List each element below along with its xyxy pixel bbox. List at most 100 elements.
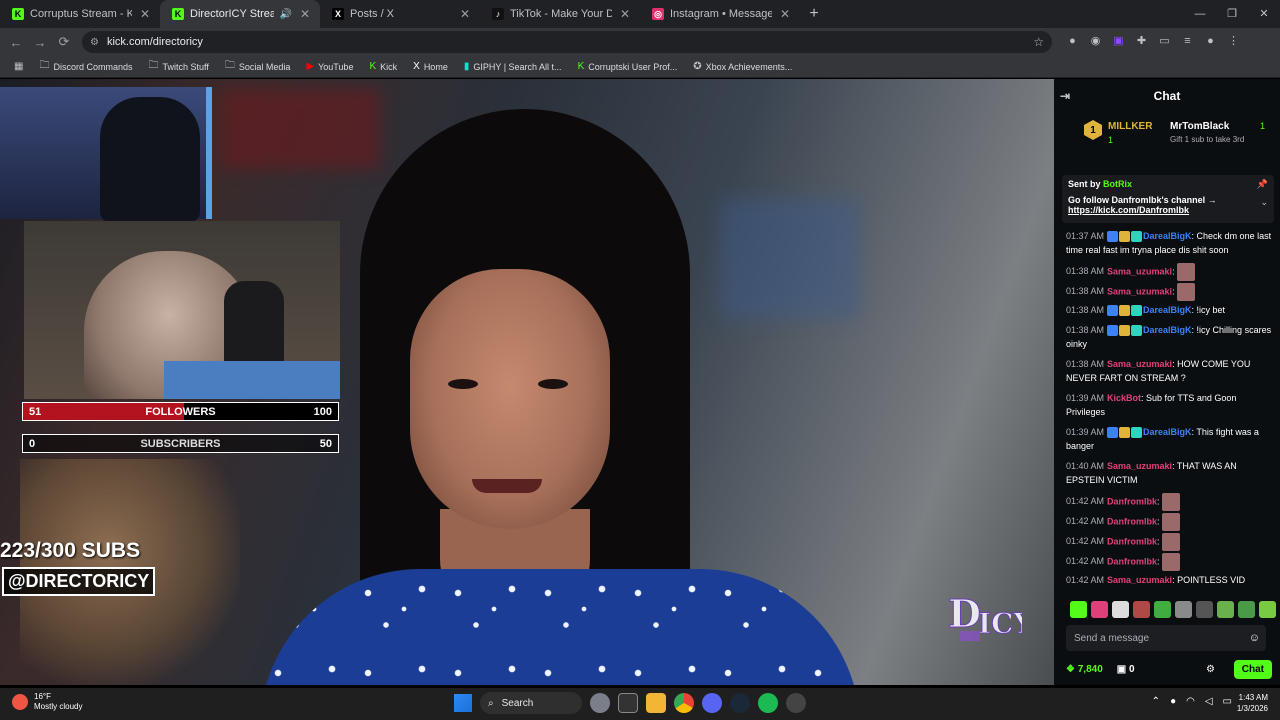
omnibox[interactable]: ⚙ kick.com/directoricy ☆ <box>82 31 1052 53</box>
emote-icon[interactable] <box>1175 601 1192 618</box>
pinned-link[interactable]: https://kick.com/Danfromlbk <box>1068 205 1268 215</box>
message-username[interactable]: Danfromlbk <box>1107 556 1157 566</box>
steam-icon[interactable] <box>730 693 750 713</box>
chat-message[interactable]: 01:42 AM Sama_uzumaki: POINTLESS VID <box>1066 573 1272 587</box>
bookmark-item[interactable]: K Kick <box>363 58 403 75</box>
emote-icon[interactable] <box>1196 601 1213 618</box>
maximize-icon[interactable]: ❐ <box>1216 0 1248 28</box>
obs-icon[interactable] <box>786 693 806 713</box>
cast-icon[interactable]: ▭ <box>1156 32 1173 49</box>
emote-icon[interactable] <box>1217 601 1234 618</box>
chat-message[interactable]: 01:42 AM Danfromlbk: <box>1066 533 1272 551</box>
puzzle-icon[interactable]: ✚ <box>1133 32 1150 49</box>
pinned-message[interactable]: 📌 Sent by BotRix Go follow Danfromlbk's … <box>1062 175 1274 223</box>
browser-tab[interactable]: ♪ TikTok - Make Your Day ✕ <box>480 0 640 28</box>
message-username[interactable]: Danfromlbk <box>1107 516 1157 526</box>
menu-kebab-icon[interactable]: ⋮ <box>1225 32 1242 49</box>
chat-message[interactable]: 01:42 AM Danfromlbk: <box>1066 513 1272 531</box>
taskbar-search[interactable]: ⌕ Search <box>480 692 582 714</box>
close-tab-icon[interactable]: ✕ <box>778 7 792 21</box>
message-username[interactable]: Sama_uzumaki <box>1107 575 1172 585</box>
message-username[interactable]: DarealBigK <box>1143 427 1192 437</box>
twitch-extension-icon[interactable]: ▣ <box>1110 32 1127 49</box>
chat-message[interactable]: 01:38 AM Sama_uzumaki: <box>1066 263 1272 281</box>
bookmark-item[interactable]: K Corruptski User Prof... <box>572 58 684 75</box>
close-tab-icon[interactable]: ✕ <box>138 7 152 21</box>
chat-message[interactable]: 01:37 AM DarealBigK: Check dm one last ti… <box>1066 229 1272 257</box>
message-username[interactable]: DarealBigK <box>1143 325 1192 335</box>
minimize-icon[interactable]: — <box>1184 0 1216 28</box>
emote-icon[interactable] <box>1112 601 1129 618</box>
taskbar-clock[interactable]: 1:43 AM 1/3/2026 <box>1237 692 1268 714</box>
send-chat-button[interactable]: Chat <box>1233 659 1272 679</box>
pin-icon[interactable]: 📌 <box>1257 179 1268 190</box>
spotify-icon[interactable] <box>758 693 778 713</box>
message-username[interactable]: KickBot <box>1107 393 1141 403</box>
new-tab-button[interactable]: + <box>800 5 828 23</box>
bookmark-item[interactable]: ▶ YouTube <box>300 58 359 75</box>
emote-icon[interactable] <box>1070 601 1087 618</box>
task-view-icon[interactable] <box>618 693 638 713</box>
apps-icon[interactable]: ▦ <box>8 61 29 72</box>
browser-tab[interactable]: X Posts / X ✕ <box>320 0 480 28</box>
chevron-down-icon[interactable]: ⌄ <box>1260 197 1268 208</box>
battery-icon[interactable]: ▭ <box>1223 696 1232 707</box>
chat-settings-icon[interactable]: ⚙ <box>1206 664 1215 675</box>
chat-message[interactable]: 01:39 AM KickBot: Sub for TTS and Goon Pr… <box>1066 391 1272 419</box>
chat-message[interactable]: 01:42 AM Danfromlbk: <box>1066 493 1272 511</box>
microphone-icon[interactable]: ● <box>1170 696 1176 707</box>
message-username[interactable]: Danfromlbk <box>1107 536 1157 546</box>
emote-icon[interactable] <box>1154 601 1171 618</box>
bookmark-item[interactable]: X Home <box>407 58 454 75</box>
gift-leaderboard[interactable]: 1 MILLKER 1 MrTomBlack 1 Gift 1 sub to t… <box>1084 117 1280 149</box>
close-tab-icon[interactable]: ✕ <box>458 7 472 21</box>
bookmark-item[interactable]: ✪ Xbox Achievements... <box>687 58 798 75</box>
tab-audio-icon[interactable]: 🔊 <box>280 9 292 20</box>
collapse-chat-icon[interactable]: ⇥ <box>1060 89 1070 103</box>
browser-tab[interactable]: K Corruptus Stream - Kick Dashb ✕ <box>0 0 160 28</box>
weather-widget[interactable]: 16°F Mostly cloudy <box>12 692 82 712</box>
gift-count[interactable]: ▣ 0 <box>1117 664 1135 675</box>
extension-icon[interactable]: ● <box>1064 32 1081 49</box>
windows-start-icon[interactable] <box>454 694 472 712</box>
browser-tab[interactable]: K DirectorICY Stream - Watc 🔊 ✕ <box>160 0 320 28</box>
file-explorer-icon[interactable] <box>646 693 666 713</box>
close-window-icon[interactable]: ✕ <box>1248 0 1280 28</box>
close-tab-icon[interactable]: ✕ <box>618 7 632 21</box>
message-username[interactable]: Sama_uzumaki <box>1107 461 1172 471</box>
bookmark-item[interactable]: 🗀 Discord Commands <box>33 58 138 75</box>
message-username[interactable]: DarealBigK <box>1143 231 1192 241</box>
emote-icon[interactable] <box>1133 601 1150 618</box>
chat-message[interactable]: 01:39 AM DarealBigK: This fight was a ban… <box>1066 425 1272 453</box>
chat-message[interactable]: 01:38 AM Sama_uzumaki: HOW COME YOU NEVER… <box>1066 357 1272 385</box>
message-username[interactable]: DarealBigK <box>1143 305 1192 315</box>
video-player[interactable]: 51 FOLLOWERS 100 0 SUBSCRIBERS 50 223/30… <box>0 79 1054 685</box>
bookmark-item[interactable]: 🗀 Social Media <box>219 58 297 75</box>
message-username[interactable]: Sama_uzumaki <box>1107 359 1172 369</box>
browser-tab[interactable]: ◎ Instagram • Messages ✕ <box>640 0 800 28</box>
discord-icon[interactable] <box>702 693 722 713</box>
profile-avatar-icon[interactable]: ● <box>1202 32 1219 49</box>
chat-message[interactable]: 01:40 AM Sama_uzumaki: THAT WAS AN EPSTEI… <box>1066 459 1272 487</box>
chat-message[interactable]: 01:38 AM Sama_uzumaki: <box>1066 283 1272 301</box>
widget-icon[interactable] <box>590 693 610 713</box>
chat-message[interactable]: 01:38 AM DarealBigK: !icy bet <box>1066 303 1272 317</box>
media-icon[interactable]: ≡ <box>1179 32 1196 49</box>
chat-input[interactable]: Send a message ☺ <box>1066 625 1266 651</box>
emote-icon[interactable] <box>1259 601 1276 618</box>
message-username[interactable]: Sama_uzumaki <box>1107 286 1172 296</box>
channel-points[interactable]: ❖ 7,840 <box>1066 664 1103 675</box>
emote-icon[interactable] <box>1238 601 1255 618</box>
bookmark-item[interactable]: 🗀 Twitch Stuff <box>142 58 214 75</box>
reload-icon[interactable]: ⟳ <box>52 34 76 50</box>
message-username[interactable]: Danfromlbk <box>1107 496 1157 506</box>
back-icon[interactable]: ← <box>4 35 28 50</box>
chevron-up-icon[interactable]: ⌃ <box>1152 696 1160 707</box>
url-text[interactable]: kick.com/directoricy <box>107 36 203 48</box>
volume-icon[interactable]: ◁ <box>1205 696 1213 707</box>
bookmark-item[interactable]: ▮ GIPHY | Search All t... <box>458 58 568 75</box>
message-username[interactable]: Sama_uzumaki <box>1107 266 1172 276</box>
emoji-picker-icon[interactable]: ☺ <box>1249 632 1260 644</box>
chat-message[interactable]: 01:38 AM DarealBigK: !icy Chilling scares… <box>1066 323 1272 351</box>
forward-icon[interactable]: → <box>28 35 52 50</box>
